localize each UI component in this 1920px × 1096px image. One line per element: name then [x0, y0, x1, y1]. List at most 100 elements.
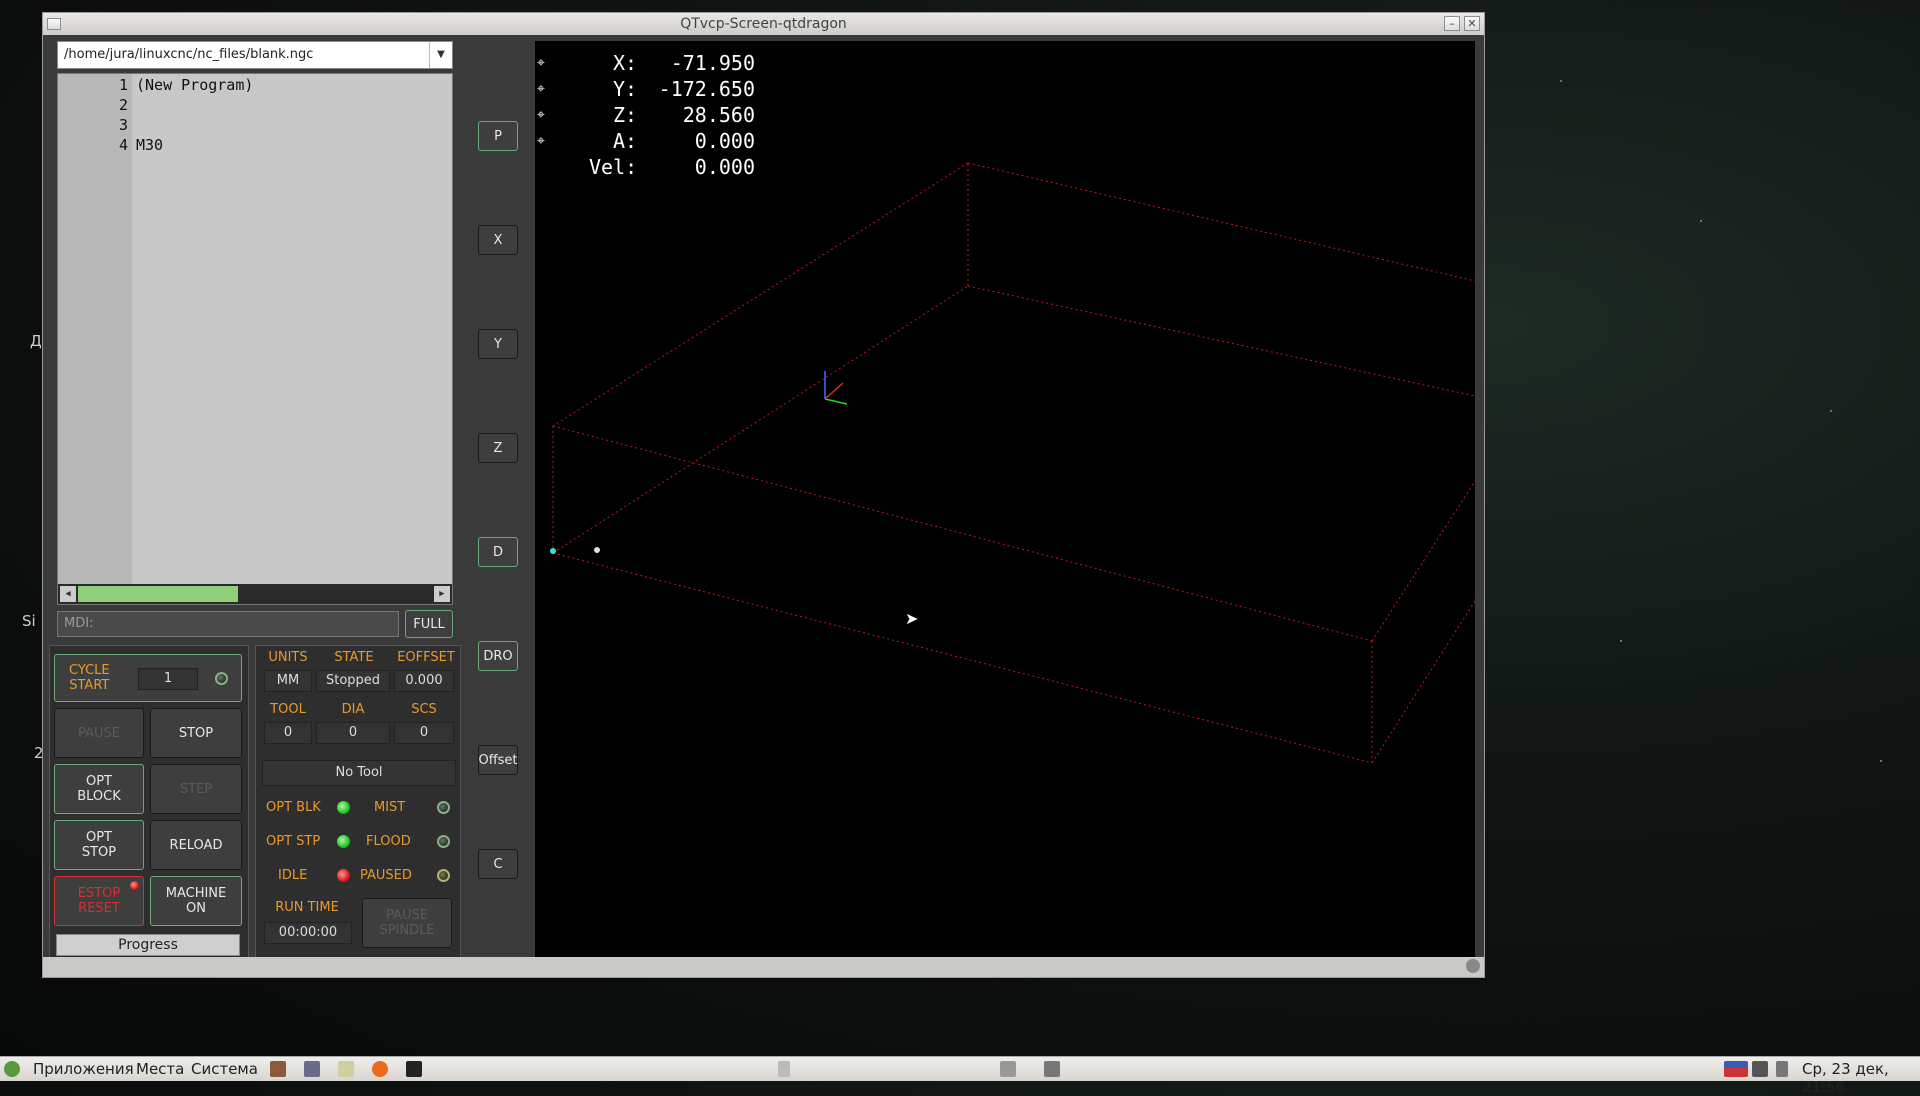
pause-spindle-button[interactable]: PAUSE SPINDLE: [362, 898, 452, 948]
clear-button[interactable]: C: [478, 849, 518, 879]
volume-icon[interactable]: [1776, 1061, 1788, 1077]
tool-header: TOOL: [270, 702, 306, 717]
system-menu[interactable]: Система: [191, 1060, 258, 1078]
minimize-icon[interactable]: –: [1444, 16, 1460, 31]
units-value: MM: [264, 670, 312, 692]
desktop-star: [1880, 760, 1882, 762]
line-number: 1: [118, 76, 128, 94]
view-x-button[interactable]: X: [478, 225, 518, 255]
state-header: STATE: [334, 650, 374, 665]
keyboard-layout-icon[interactable]: [1724, 1061, 1748, 1077]
display-icon[interactable]: [1752, 1061, 1768, 1077]
desktop-star: [1700, 220, 1702, 222]
main-window: QTvcp-Screen-qtdragon – ✕ /home/jura/lin…: [42, 12, 1485, 978]
idle-label: IDLE: [278, 868, 308, 883]
chevron-down-icon[interactable]: ▼: [429, 42, 452, 68]
paused-label: PAUSED: [360, 868, 412, 883]
line-number-gutter: 1 2 3 4: [58, 74, 132, 584]
code-line[interactable]: M30: [136, 136, 163, 154]
progress-bar: Progress: [56, 934, 240, 956]
opt-block-button[interactable]: OPT BLOCK: [54, 764, 144, 814]
eoffset-value: 0.000: [394, 670, 454, 692]
launcher-linuxcnc-icon[interactable]: [304, 1061, 320, 1077]
run-time-header: RUN TIME: [275, 900, 339, 915]
horizontal-scrollbar[interactable]: ◀ ▶: [58, 584, 452, 604]
estop-reset-button[interactable]: ESTOP RESET: [54, 876, 144, 926]
pause-button[interactable]: PAUSE: [54, 708, 144, 758]
toolpath-graphics-view[interactable]: ⌖ ⌖ ⌖ ⌖ X: -71.950 Y: -172.650 Z: 28.560…: [535, 41, 1475, 961]
tool-value: 0: [264, 722, 312, 744]
machine-on-button[interactable]: MACHINE ON: [150, 876, 242, 926]
code-line[interactable]: (New Program): [136, 76, 253, 94]
line-number: 4: [118, 136, 128, 154]
view-d-button[interactable]: D: [478, 537, 518, 567]
view-z-button[interactable]: Z: [478, 433, 518, 463]
flood-led: [437, 835, 450, 848]
window-titlebar[interactable]: QTvcp-Screen-qtdragon – ✕: [43, 13, 1484, 35]
mist-label: MIST: [374, 800, 406, 815]
desktop-label: Si: [22, 612, 36, 630]
opt-blk-led: [337, 801, 350, 814]
clock[interactable]: Ср, 23 дек, 21:56: [1802, 1060, 1920, 1096]
run-time-value: 00:00:00: [264, 922, 352, 944]
file-selector[interactable]: /home/jura/linuxcnc/nc_files/blank.ngc ▼: [57, 41, 453, 69]
desktop-star: [1830, 410, 1832, 412]
paused-led: [437, 869, 450, 882]
opt-stp-label: OPT STP: [266, 834, 321, 849]
full-button[interactable]: FULL: [405, 610, 453, 638]
scroll-left-icon[interactable]: ◀: [60, 586, 76, 602]
scroll-right-icon[interactable]: ▶: [434, 586, 450, 602]
window-menu-icon[interactable]: [47, 18, 61, 30]
units-header: UNITS: [268, 650, 308, 665]
window-list-icon[interactable]: [778, 1061, 790, 1077]
close-icon[interactable]: ✕: [1464, 16, 1480, 31]
cycle-indicator-led: [215, 672, 228, 685]
reload-button[interactable]: RELOAD: [150, 820, 242, 870]
estop-led: [130, 881, 139, 890]
scs-value: 0: [394, 722, 454, 744]
launcher-editor-icon[interactable]: [338, 1061, 354, 1077]
desktop-star: [1560, 80, 1562, 82]
window-title: QTvcp-Screen-qtdragon: [680, 16, 847, 32]
launcher-terminal-icon[interactable]: [406, 1061, 422, 1077]
desktop-star: [1620, 640, 1622, 642]
dia-value: 0: [316, 722, 390, 744]
mdi-input[interactable]: MDI:: [57, 611, 399, 637]
launcher-firefox-icon[interactable]: [372, 1061, 388, 1077]
cycle-start-label: CYCLE START: [69, 663, 110, 693]
state-value: Stopped: [316, 670, 390, 692]
estop-label: ESTOP RESET: [77, 886, 121, 916]
control-panel: CYCLE START 1 PAUSE STOP OPT BLOCK STEP …: [49, 645, 249, 965]
cycle-count-field[interactable]: 1: [138, 668, 198, 690]
applications-menu[interactable]: Приложения: [33, 1060, 134, 1078]
tool-name: No Tool: [262, 760, 456, 786]
stop-button[interactable]: STOP: [150, 708, 242, 758]
scrollbar-thumb[interactable]: [78, 586, 238, 602]
gcode-editor[interactable]: 1 2 3 4 (New Program) M30 ◀ ▶: [57, 73, 453, 605]
opt-stop-button[interactable]: OPT STOP: [54, 820, 144, 870]
status-bar: [43, 957, 1484, 977]
view-y-button[interactable]: Y: [478, 329, 518, 359]
status-panel: UNITS STATE EOFFSET MM Stopped 0.000 TOO…: [255, 645, 461, 965]
step-button[interactable]: STEP: [150, 764, 242, 814]
status-indicator-icon: [1466, 959, 1480, 973]
dro-toggle-button[interactable]: DRO: [478, 641, 518, 671]
view-p-button[interactable]: P: [478, 121, 518, 151]
taskbar: Приложения Места Система Ср, 23 дек, 21:…: [0, 1056, 1920, 1096]
trash-icon[interactable]: [1000, 1061, 1016, 1077]
network-icon[interactable]: [1044, 1061, 1060, 1077]
launcher-tool-icon[interactable]: [270, 1061, 286, 1077]
scs-header: SCS: [411, 702, 437, 717]
line-number: 3: [118, 116, 128, 134]
machine-envelope-graphic: [550, 162, 1475, 764]
eoffset-header: EOFFSET: [397, 650, 455, 665]
gnome-foot-icon[interactable]: [4, 1061, 20, 1077]
opt-stp-led: [337, 835, 350, 848]
mouse-cursor-icon: ➤: [905, 609, 919, 628]
file-path: /home/jura/linuxcnc/nc_files/blank.ngc: [64, 47, 314, 62]
view-button-column: P X Y Z D DRO Offset C: [467, 41, 529, 965]
idle-led: [337, 869, 350, 882]
opt-blk-label: OPT BLK: [266, 800, 321, 815]
offset-button[interactable]: Offset: [478, 745, 518, 775]
places-menu[interactable]: Места: [136, 1060, 184, 1078]
